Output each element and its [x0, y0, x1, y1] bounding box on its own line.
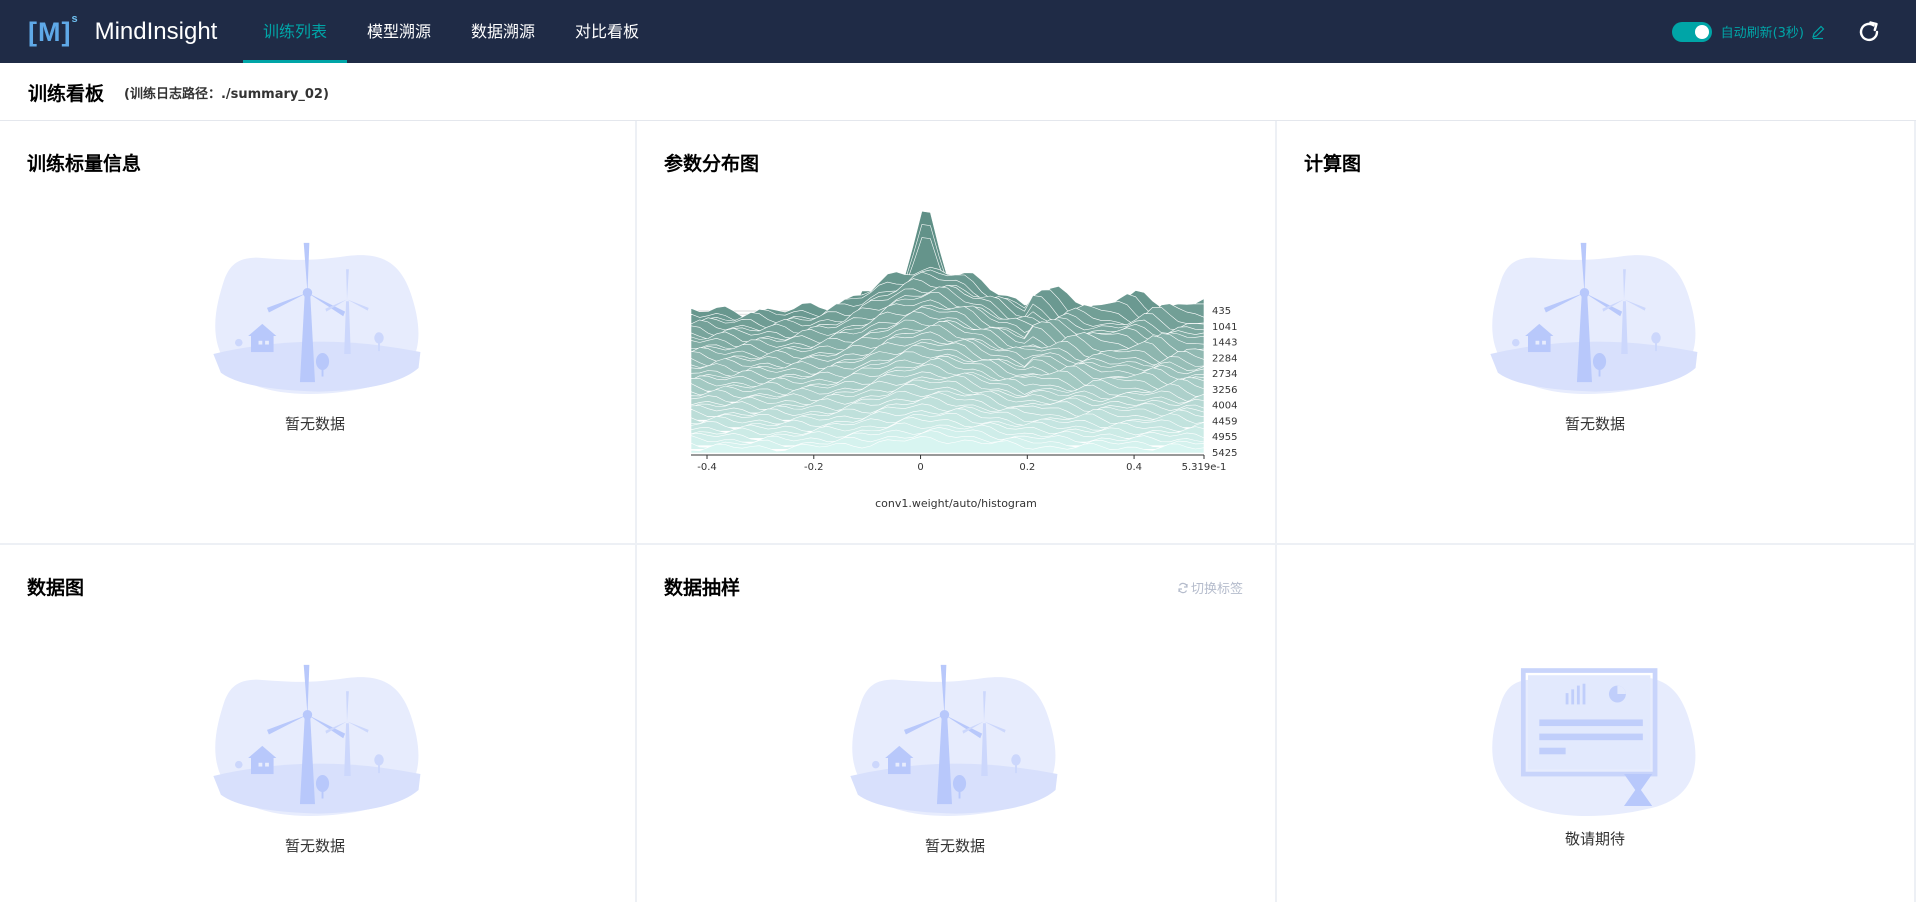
switch-tags-button[interactable]: 切换标签: [1177, 578, 1243, 597]
switch-tags-label: 切换标签: [1190, 582, 1243, 597]
step-label: 4459: [1212, 416, 1237, 427]
coming-soon-card: 敬请期待: [1277, 545, 1914, 902]
auto-refresh-label: 自动刷新(3秒): [1720, 26, 1804, 41]
dataset-graph-card[interactable]: 数据图 暂无数据: [0, 545, 635, 902]
x-tick-label: 0: [917, 462, 923, 473]
logo-mark: [M]s: [28, 12, 79, 47]
no-data-text: 暂无数据: [284, 415, 345, 433]
coming-soon-illustration: [1492, 668, 1696, 816]
app-logo[interactable]: [M]s MindInsight: [28, 12, 217, 52]
nav-item-compare-board[interactable]: 对比看板: [555, 0, 659, 63]
no-data-illustration: [850, 664, 1058, 816]
auto-refresh-toggle[interactable]: [1671, 21, 1712, 42]
switch-icon: [1178, 582, 1188, 593]
summary-path: (训练日志路径：./summary_02): [124, 87, 329, 102]
nav-item-model-lineage[interactable]: 模型溯源: [347, 0, 451, 63]
x-tick-label: 0.4: [1126, 462, 1142, 473]
no-data-text: 暂无数据: [1564, 415, 1625, 433]
step-label: 3256: [1212, 385, 1237, 396]
graph-card-title: 计算图: [1304, 153, 1362, 175]
histogram-chart[interactable]: -0.4 -0.2 0 0.2 0.4 5.319e-1 435 1041 1443 2284 27…: [637, 121, 1275, 543]
nav-item-data-lineage[interactable]: 数据溯源: [451, 0, 555, 63]
no-data-text: 暂无数据: [284, 837, 345, 855]
image-sampling-card[interactable]: 数据抽样 切换标签 暂无数据: [637, 545, 1275, 902]
scalar-card[interactable]: 训练标量信息 暂无数据: [0, 121, 635, 543]
no-data-illustration: [1490, 242, 1698, 394]
step-label: 4955: [1212, 432, 1237, 443]
refresh-icon[interactable]: [1856, 19, 1882, 45]
x-tick-label: 0.2: [1019, 462, 1035, 473]
step-label: 435: [1212, 306, 1231, 317]
top-right-controls: 自动刷新(3秒): [1671, 0, 1882, 63]
no-data-illustration: [213, 242, 421, 394]
top-navigation-bar: [M]s MindInsight 训练列表 模型溯源 数据溯源 对比看板 自动刷…: [0, 0, 1916, 63]
main-nav: 训练列表 模型溯源 数据溯源 对比看板: [243, 0, 659, 63]
coming-soon-text: 敬请期待: [1564, 830, 1625, 848]
page-title: 训练看板: [28, 83, 105, 105]
step-label: 5425: [1212, 448, 1237, 459]
x-tick-label: -0.2: [804, 462, 824, 473]
step-label: 1443: [1212, 338, 1237, 349]
image-sampling-card-title: 数据抽样: [664, 577, 741, 599]
x-tick-label: -0.4: [697, 462, 717, 473]
app-name: MindInsight: [94, 18, 218, 45]
pen-icon[interactable]: [1810, 24, 1826, 40]
step-label: 1041: [1212, 322, 1237, 333]
no-data-text: 暂无数据: [924, 837, 985, 855]
no-data-illustration: [213, 664, 421, 816]
x-tick-label: 5.319e-1: [1182, 462, 1227, 473]
step-label: 4004: [1212, 401, 1237, 412]
dataset-graph-card-title: 数据图: [27, 577, 85, 599]
scalar-card-title: 训练标量信息: [27, 153, 142, 175]
graph-card[interactable]: 计算图 暂无数据: [1277, 121, 1914, 543]
step-label: 2284: [1212, 353, 1237, 364]
page-header: 训练看板 (训练日志路径：./summary_02): [0, 63, 1916, 121]
step-label: 2734: [1212, 369, 1237, 380]
chart-caption: conv1.weight/auto/histogram: [875, 497, 1037, 510]
nav-item-train-list[interactable]: 训练列表: [243, 0, 348, 63]
histogram-card[interactable]: 参数分布图 -0.4 -0.2 0 0.2 0.4 5.319e-1 435 1041 1443…: [637, 121, 1275, 543]
